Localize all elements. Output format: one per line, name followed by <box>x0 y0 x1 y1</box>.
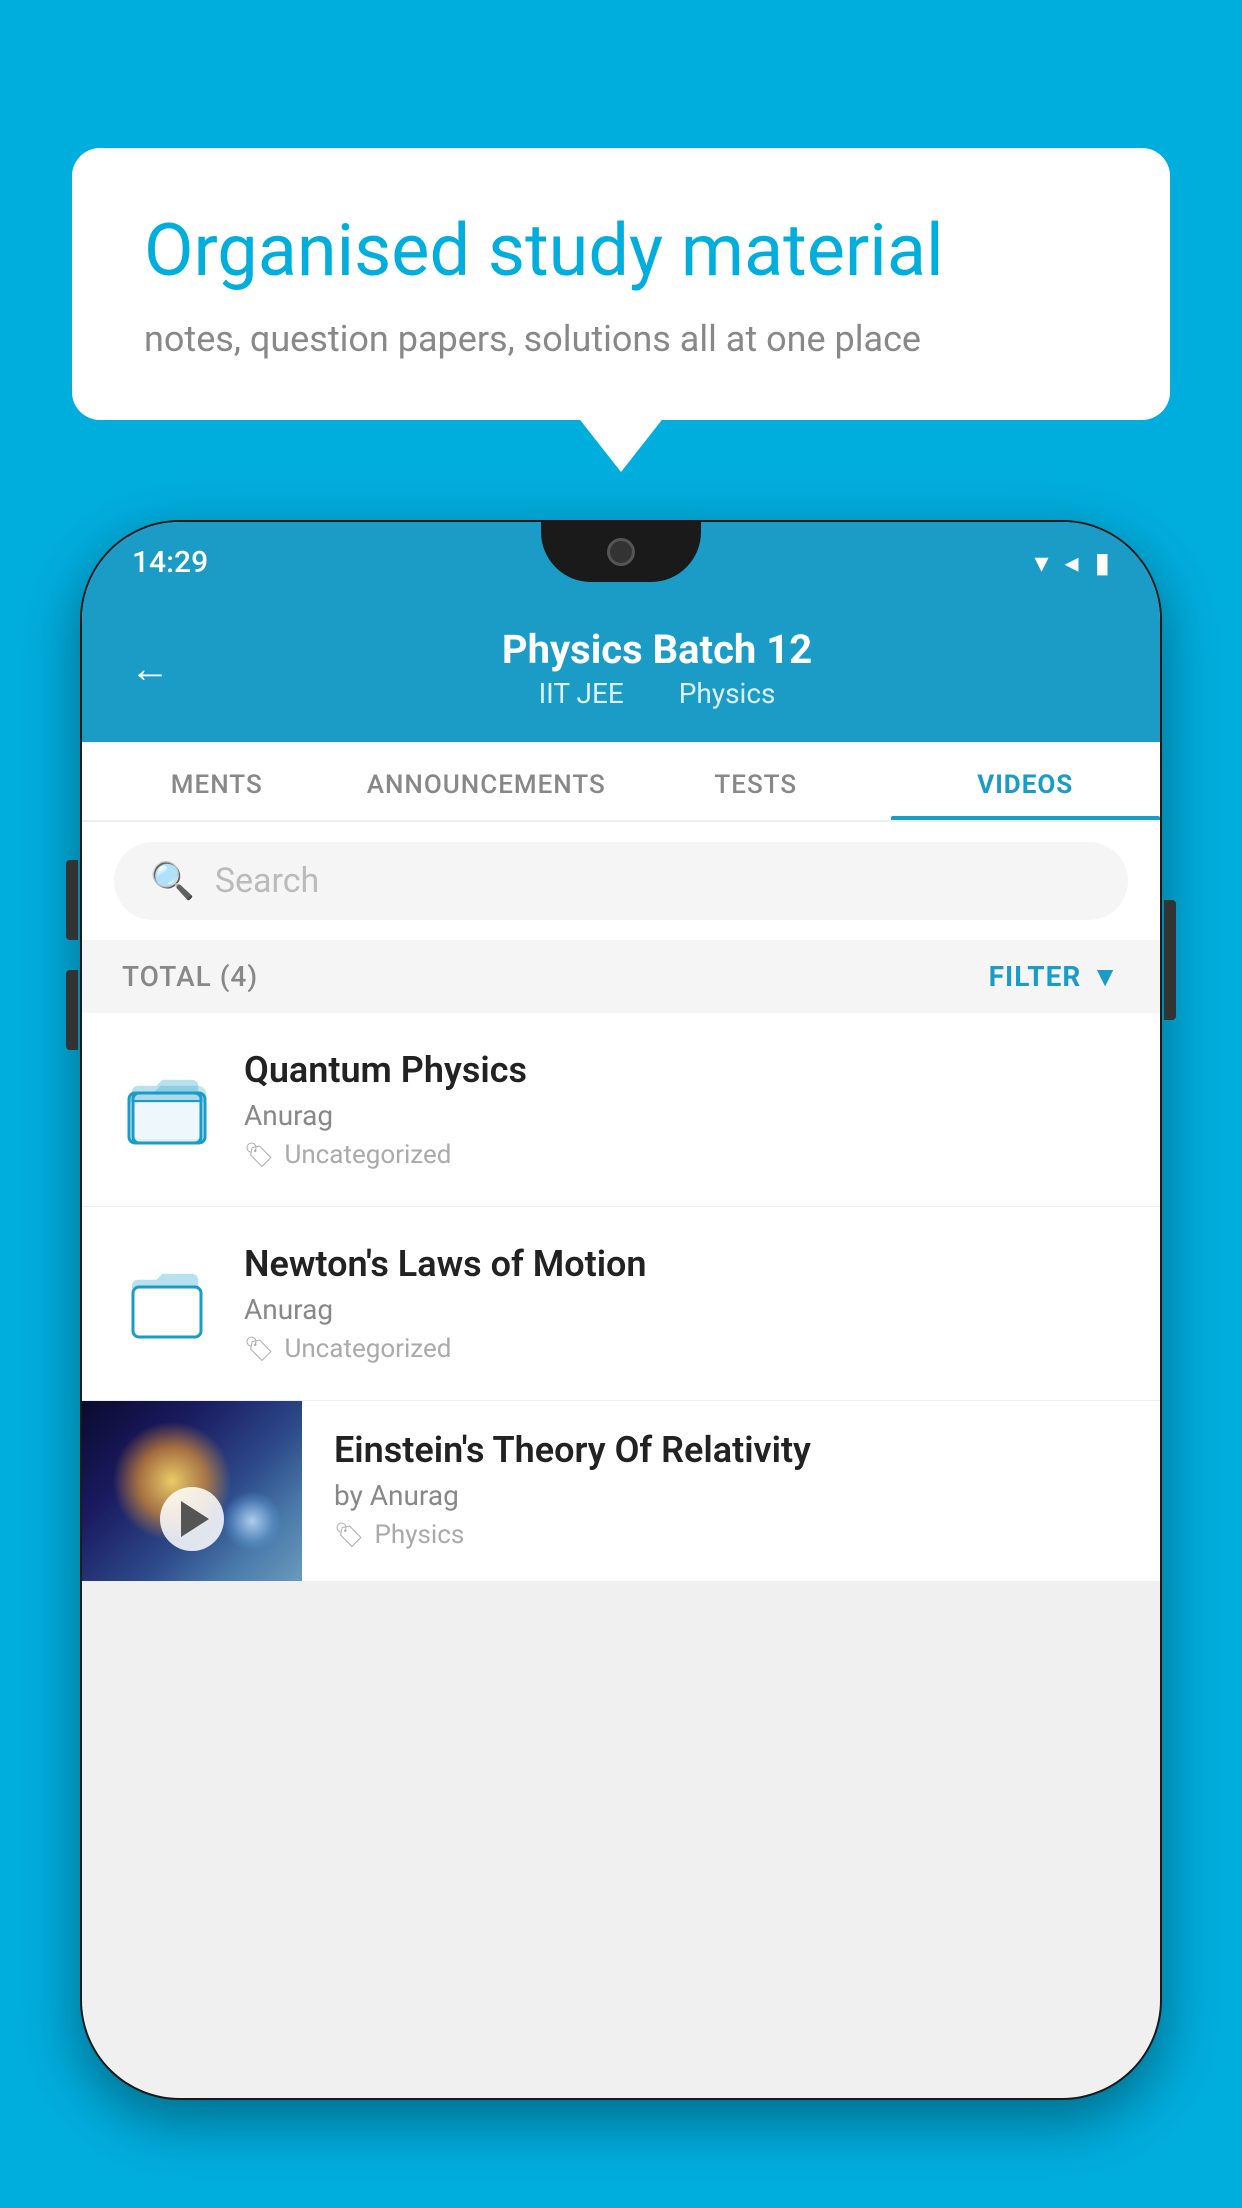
video-item-1[interactable]: Quantum Physics Anurag 🏷 Uncategorized <box>82 1013 1160 1207</box>
folder-icon-2 <box>122 1269 212 1339</box>
camera <box>607 538 635 566</box>
status-bar: 14:29 ▾ ◂ ▮ <box>82 522 1160 602</box>
folder-icon-1 <box>122 1075 212 1145</box>
video-title-3: Einstein's Theory Of Relativity <box>334 1429 1128 1471</box>
filter-bar: TOTAL (4) FILTER ▼ <box>82 940 1160 1013</box>
video-tag-1: 🏷 Uncategorized <box>244 1140 1120 1170</box>
status-time: 14:29 <box>132 545 208 580</box>
video-content-1: Quantum Physics Anurag 🏷 Uncategorized <box>244 1049 1120 1170</box>
tab-ments[interactable]: MENTS <box>82 742 352 820</box>
video-content-2: Newton's Laws of Motion Anurag 🏷 Uncateg… <box>244 1243 1120 1364</box>
play-button[interactable] <box>160 1487 224 1551</box>
video-author-2: Anurag <box>244 1293 1120 1326</box>
status-icons: ▾ ◂ ▮ <box>1034 546 1110 579</box>
search-bar-container: 🔍 Search <box>82 822 1160 940</box>
battery-icon: ▮ <box>1095 546 1110 579</box>
total-label: TOTAL (4) <box>122 960 258 993</box>
back-button[interactable]: ← <box>130 645 170 692</box>
video-author-3: by Anurag <box>334 1479 1128 1512</box>
search-icon: 🔍 <box>150 860 195 902</box>
bubble-subtitle: notes, question papers, solutions all at… <box>144 318 1098 360</box>
folder-svg-2 <box>127 1269 207 1339</box>
speech-bubble-section: Organised study material notes, question… <box>72 148 1170 420</box>
header-subtitle: IIT JEE Physics <box>202 677 1112 710</box>
app-header: ← Physics Batch 12 IIT JEE Physics <box>82 602 1160 742</box>
filter-icon: ▼ <box>1091 960 1120 993</box>
tag-icon-1: 🏷 <box>244 1141 274 1169</box>
filter-button[interactable]: FILTER ▼ <box>989 960 1120 993</box>
tab-videos[interactable]: VIDEOS <box>891 742 1161 820</box>
phone-wrapper: 14:29 ▾ ◂ ▮ ← Physics Batch 12 IIT JEE <box>80 520 1162 2208</box>
search-input[interactable]: Search <box>215 861 319 901</box>
video-tag-2: 🏷 Uncategorized <box>244 1334 1120 1364</box>
phone-screen: 14:29 ▾ ◂ ▮ ← Physics Batch 12 IIT JEE <box>82 522 1160 2098</box>
play-triangle-icon <box>181 1501 209 1537</box>
volume-up-button[interactable] <box>66 860 78 940</box>
video-item-2[interactable]: Newton's Laws of Motion Anurag 🏷 Uncateg… <box>82 1207 1160 1401</box>
header-subtitle-iitjee: IIT JEE <box>539 677 624 710</box>
video-tag-3: 🏷 Physics <box>334 1520 1128 1550</box>
wifi-icon: ▾ <box>1034 546 1048 579</box>
bubble-title: Organised study material <box>144 208 1098 294</box>
filter-label: FILTER <box>989 960 1082 993</box>
notch <box>541 522 701 582</box>
video-title-1: Quantum Physics <box>244 1049 1120 1091</box>
speech-bubble: Organised study material notes, question… <box>72 148 1170 420</box>
power-button[interactable] <box>1164 900 1176 1020</box>
search-bar[interactable]: 🔍 Search <box>114 842 1128 920</box>
video-title-2: Newton's Laws of Motion <box>244 1243 1120 1285</box>
phone-frame: 14:29 ▾ ◂ ▮ ← Physics Batch 12 IIT JEE <box>80 520 1162 2100</box>
folder-svg-1 <box>127 1075 207 1145</box>
video-content-3: Einstein's Theory Of Relativity by Anura… <box>302 1401 1160 1578</box>
tab-tests[interactable]: TESTS <box>621 742 891 820</box>
orb-small-glow <box>222 1491 282 1551</box>
header-title: Physics Batch 12 <box>202 626 1112 673</box>
header-center: Physics Batch 12 IIT JEE Physics <box>202 626 1112 710</box>
tag-icon-3: 🏷 <box>334 1521 364 1549</box>
video-author-1: Anurag <box>244 1099 1120 1132</box>
tab-announcements[interactable]: ANNOUNCEMENTS <box>352 742 622 820</box>
tag-icon-2: 🏷 <box>244 1335 274 1363</box>
video-thumbnail-3 <box>82 1401 302 1581</box>
signal-icon: ◂ <box>1065 546 1079 579</box>
video-item-3[interactable]: Einstein's Theory Of Relativity by Anura… <box>82 1401 1160 1582</box>
header-subtitle-physics: Physics <box>679 677 776 710</box>
volume-down-button[interactable] <box>66 970 78 1050</box>
tabs-bar: MENTS ANNOUNCEMENTS TESTS VIDEOS <box>82 742 1160 822</box>
